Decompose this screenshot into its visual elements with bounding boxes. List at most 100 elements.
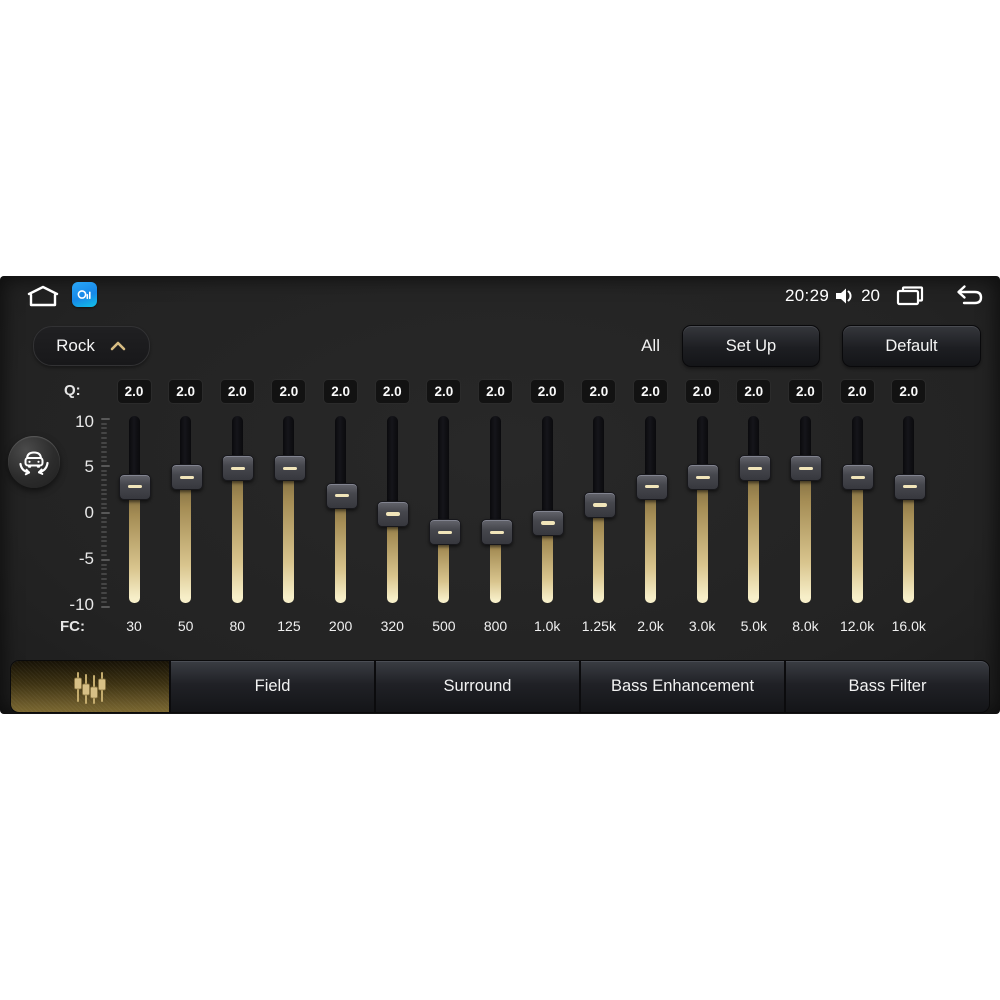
slider-handle-30[interactable] <box>119 473 151 500</box>
band-slider-1.0k[interactable] <box>532 416 565 607</box>
default-button[interactable]: Default <box>842 325 981 367</box>
q-value-30: 2.0 <box>117 380 151 403</box>
handle-grip <box>334 493 349 498</box>
band-slider-12.0k[interactable] <box>842 416 875 607</box>
slider-handle-320[interactable] <box>377 501 410 527</box>
slider-handle-800[interactable] <box>480 519 513 546</box>
fc-label-500: 500 <box>432 618 456 634</box>
tab-surround[interactable]: Surround <box>374 661 579 712</box>
axis-tick <box>101 596 107 599</box>
q-value-500: 2.0 <box>427 380 461 403</box>
axis-tick <box>101 483 107 486</box>
axis-tick <box>101 460 107 463</box>
volume-icon <box>836 288 852 304</box>
fc-row-caption: FC: <box>60 618 85 635</box>
axis-tick <box>101 493 107 496</box>
handle-grip <box>386 512 401 516</box>
q-value-80: 2.0 <box>220 380 254 403</box>
q-value-320: 2.0 <box>375 380 409 403</box>
equalizer-sliders-icon <box>74 671 106 704</box>
preset-dropdown[interactable]: Rock <box>33 326 150 366</box>
band-slider-5.0k[interactable] <box>738 416 771 607</box>
slider-fill-2.0k <box>645 485 656 603</box>
band-slider-50[interactable] <box>170 416 203 607</box>
fc-label-16.0k: 16.0k <box>891 618 926 634</box>
slider-handle-16.0k[interactable] <box>893 473 926 500</box>
axis-tick <box>101 446 107 449</box>
slider-fill-3.0k <box>696 476 708 603</box>
axis-tick <box>101 591 107 594</box>
axis-tick <box>101 559 110 561</box>
fc-label-2.0k: 2.0k <box>637 618 664 634</box>
slider-fill-80 <box>231 467 243 603</box>
slider-handle-8.0k[interactable] <box>790 455 823 482</box>
axis-tick <box>101 606 110 608</box>
fc-label-3.0k: 3.0k <box>688 618 716 634</box>
fc-label-125: 125 <box>277 618 301 634</box>
axis-tick <box>101 563 107 566</box>
band-slider-500[interactable] <box>428 416 461 607</box>
tab-label-surround: Surround <box>443 677 512 695</box>
back-icon[interactable] <box>952 284 984 308</box>
q-row-caption: Q: <box>64 382 81 399</box>
band-slider-3.0k[interactable] <box>687 416 720 607</box>
q-value-125: 2.0 <box>272 380 306 403</box>
slider-fill-1.25k <box>593 503 605 603</box>
slider-handle-50[interactable] <box>170 464 203 491</box>
band-slider-80[interactable] <box>222 416 255 607</box>
axis-tick <box>101 507 107 510</box>
fc-label-1.0k: 1.0k <box>533 618 561 634</box>
tab-bass-enhancement[interactable]: Bass Enhancement <box>579 661 784 712</box>
fc-label-12.0k: 12.0k <box>839 618 875 634</box>
axis-label--5: -5 <box>78 548 94 568</box>
axis-tick <box>101 568 107 571</box>
band-slider-2.0k[interactable] <box>635 416 668 607</box>
tab-equalizer[interactable] <box>11 661 169 712</box>
fc-label-320: 320 <box>380 618 404 634</box>
slider-handle-500[interactable] <box>428 519 461 546</box>
slider-handle-5.0k[interactable] <box>738 455 771 482</box>
slider-handle-200[interactable] <box>325 482 358 509</box>
band-slider-30[interactable] <box>119 416 151 607</box>
q-value-800: 2.0 <box>479 380 513 403</box>
band-slider-320[interactable] <box>377 416 410 607</box>
home-icon[interactable] <box>24 283 62 309</box>
chevron-up-icon <box>110 341 126 351</box>
q-value-16.0k: 2.0 <box>892 380 926 403</box>
recent-apps-icon[interactable] <box>894 284 926 308</box>
axis-tick <box>101 488 107 491</box>
fc-label-80: 80 <box>229 618 246 634</box>
band-slider-125[interactable] <box>273 416 306 607</box>
axis-label-0: 0 <box>84 503 94 522</box>
band-slider-200[interactable] <box>325 416 358 607</box>
slider-handle-3.0k[interactable] <box>687 464 720 491</box>
q-value-2.0k: 2.0 <box>634 380 667 403</box>
fc-label-200: 200 <box>328 618 353 634</box>
band-slider-1.25k[interactable] <box>583 416 616 607</box>
band-slider-16.0k[interactable] <box>893 416 926 607</box>
all-toggle[interactable]: All <box>641 336 660 356</box>
slider-handle-2.0k[interactable] <box>635 473 668 500</box>
q-value-3.0k: 2.0 <box>685 380 719 403</box>
axis-tick <box>101 474 107 477</box>
handle-grip <box>128 484 142 489</box>
slider-handle-12.0k[interactable] <box>842 464 875 491</box>
tab-label-field: Field <box>254 677 291 695</box>
clock: 20:29 <box>785 286 830 305</box>
setup-button[interactable]: Set Up <box>682 325 820 367</box>
slider-handle-125[interactable] <box>273 455 306 482</box>
slider-fill-16.0k <box>903 485 915 603</box>
tab-field[interactable]: Field <box>169 661 374 712</box>
slider-handle-1.0k[interactable] <box>532 510 565 537</box>
axis-tick <box>101 554 107 557</box>
slider-fill-8.0k <box>799 467 811 603</box>
slider-fill-12.0k <box>851 476 863 603</box>
tab-bass-filter[interactable]: Bass Filter <box>784 661 989 712</box>
handle-grip <box>231 466 246 470</box>
equalizer-app-icon[interactable] <box>72 282 97 307</box>
band-slider-800[interactable] <box>480 416 513 607</box>
axis-tick <box>101 582 107 585</box>
slider-handle-1.25k[interactable] <box>583 491 616 518</box>
band-slider-8.0k[interactable] <box>790 416 823 607</box>
slider-handle-80[interactable] <box>222 455 255 482</box>
